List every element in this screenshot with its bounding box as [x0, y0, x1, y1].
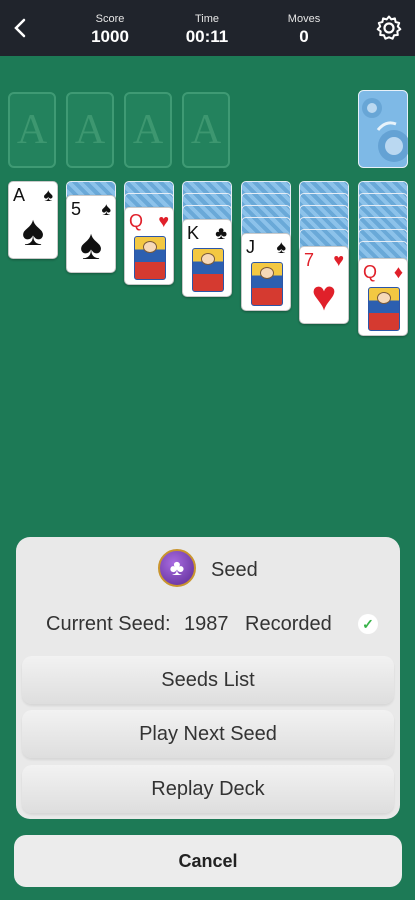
- stock-pile[interactable]: [358, 90, 410, 168]
- card-rank: Q: [363, 262, 378, 282]
- seeds-list-button[interactable]: Seeds List: [22, 656, 394, 704]
- back-button[interactable]: [6, 14, 34, 42]
- tableau-card-6[interactable]: 7 ♥ ♥: [299, 246, 349, 324]
- spade-icon: ♠: [79, 221, 103, 268]
- king-figure-icon: [192, 248, 224, 292]
- heart-icon: ♥: [311, 272, 337, 319]
- time-label: Time: [194, 13, 220, 25]
- tableau-card-3[interactable]: Q ♥: [124, 207, 174, 285]
- card-rank: Q: [129, 211, 144, 231]
- tableau-card-2[interactable]: 5 ♠ ♠: [66, 195, 116, 273]
- spade-icon: ♠: [21, 207, 45, 254]
- heart-icon: ♥: [333, 250, 344, 270]
- cancel-button[interactable]: Cancel: [14, 835, 402, 887]
- score-label: Score: [95, 13, 125, 25]
- card-rank: A: [13, 185, 26, 205]
- tableau-card-7[interactable]: Q ♦: [358, 258, 408, 336]
- card-back-icon: [358, 90, 410, 168]
- foundation-slot-4[interactable]: A: [182, 92, 230, 168]
- score-value: 1000: [91, 27, 129, 46]
- top-bar: Score 1000 Time 00:11 Moves 0: [0, 0, 415, 56]
- club-icon: ♣: [158, 549, 196, 587]
- foundation-slot-2[interactable]: A: [66, 92, 114, 168]
- dialog-title: Seed: [211, 559, 258, 581]
- tableau-card-4[interactable]: K ♣: [182, 219, 232, 297]
- card-rank: K: [187, 223, 200, 243]
- card-rank: 7: [304, 250, 315, 270]
- foundation-slot-1[interactable]: A: [8, 92, 56, 168]
- time-value: 00:11: [185, 27, 229, 46]
- card-rank: 5: [71, 199, 82, 219]
- current-seed-value: 1987: [184, 613, 229, 635]
- diamond-icon: ♦: [393, 262, 403, 282]
- spade-icon: ♠: [43, 185, 53, 205]
- spade-icon: ♠: [101, 199, 111, 219]
- check-icon: ✓: [358, 614, 378, 634]
- current-seed-label: Current Seed:: [46, 613, 171, 635]
- play-next-seed-button[interactable]: Play Next Seed: [22, 710, 394, 758]
- queen-figure-icon: [134, 236, 166, 280]
- moves-value: 0: [299, 27, 309, 46]
- time-stat: Time 00:11: [167, 13, 247, 48]
- club-icon: ♣: [215, 223, 227, 243]
- card-rank: J: [246, 237, 255, 257]
- foundation-slot-3[interactable]: A: [124, 92, 172, 168]
- chevron-left-icon: [14, 18, 26, 38]
- settings-button[interactable]: [375, 14, 403, 42]
- spade-icon: ♠: [276, 237, 286, 257]
- moves-stat: Moves 0: [264, 13, 344, 48]
- jack-figure-icon: [251, 262, 283, 306]
- moves-label: Moves: [287, 13, 321, 25]
- tableau-card-1[interactable]: A ♠ ♠: [8, 181, 58, 259]
- score-stat: Score 1000: [70, 13, 150, 48]
- heart-icon: ♥: [158, 211, 169, 231]
- replay-deck-button[interactable]: Replay Deck: [22, 765, 394, 813]
- queen-figure-icon: [368, 287, 400, 331]
- gear-icon: [376, 15, 402, 40]
- seed-status: Recorded: [245, 613, 332, 635]
- tableau-card-5[interactable]: J ♠: [241, 233, 291, 311]
